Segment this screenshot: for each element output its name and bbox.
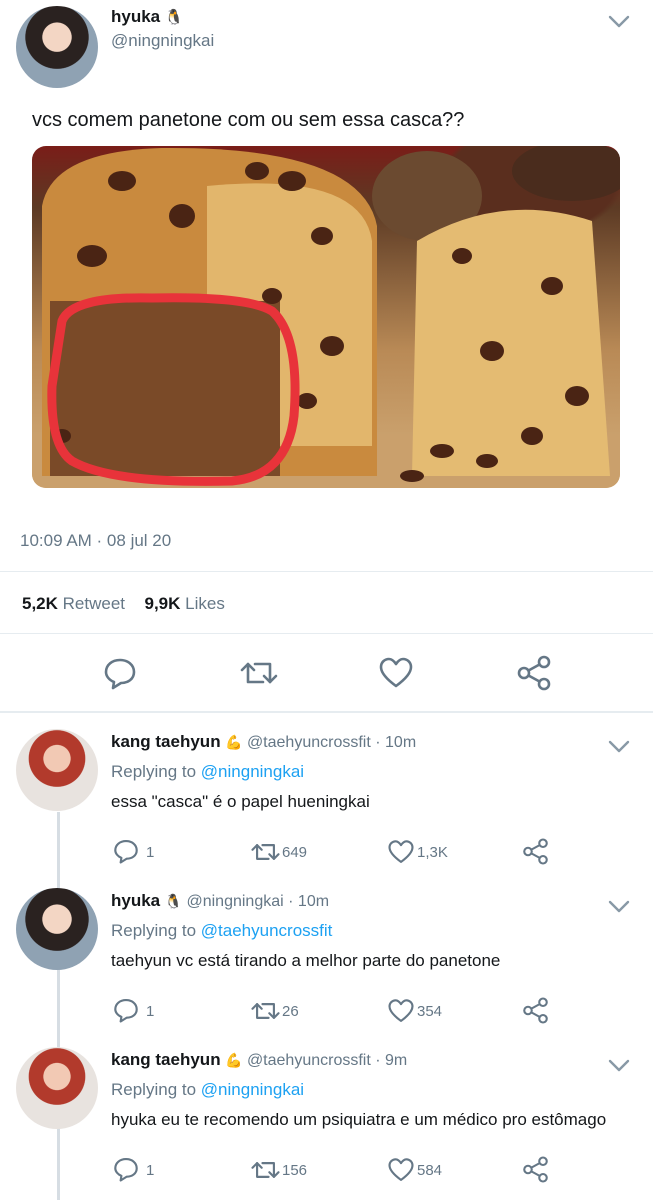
panettone-image (32, 146, 620, 488)
retweets-count: 5,2K (22, 594, 58, 613)
reply-author-handle: @taehyuncrossfit (246, 1052, 371, 1069)
retweet-icon[interactable] (250, 839, 281, 865)
penguin-emoji-icon: 🐧 (164, 9, 184, 26)
replying-to-handle-link[interactable]: @taehyuncrossfit (201, 921, 333, 940)
reply-icon[interactable] (103, 656, 137, 690)
reply-text: taehyun vc está tirando a melhor parte d… (111, 951, 501, 970)
replying-to-label: Replying to (111, 1080, 197, 1099)
likes-count: 9,9K (144, 594, 181, 613)
retweet-count: 26 (282, 1003, 299, 1020)
reply-time: · 10m (288, 893, 330, 910)
replying-to-label: Replying to (111, 762, 197, 781)
tweet-photo[interactable] (32, 146, 620, 488)
thread-line (57, 812, 60, 1200)
flexed-biceps-emoji-icon: 💪 (225, 734, 243, 750)
penguin-emoji-icon: 🐧 (164, 893, 183, 909)
reply-author-name: hyuka (111, 891, 161, 910)
likes-label: Likes (185, 594, 225, 613)
flexed-biceps-emoji-icon: 💪 (225, 1052, 243, 1068)
like-heart-icon[interactable] (387, 998, 415, 1024)
author-avatar[interactable] (16, 6, 98, 88)
share-icon[interactable] (522, 997, 549, 1024)
reply-author-handle: @ningningkai (186, 893, 284, 910)
reply-header[interactable]: kang taehyun 💪 @taehyuncrossfit · 10m (111, 732, 416, 752)
author-name-row[interactable]: hyuka 🐧 (111, 7, 183, 27)
retweet-count: 156 (282, 1162, 308, 1179)
reply-author-handle: @taehyuncrossfit (246, 734, 371, 751)
tweet-timestamp[interactable]: 10:09 AM · 08 jul 20 (20, 531, 171, 551)
share-icon[interactable] (522, 838, 549, 865)
replying-to-handle-link[interactable]: @ningningkai (201, 762, 304, 781)
reply-header[interactable]: hyuka 🐧 @ningningkai · 10m (111, 891, 329, 911)
section-divider (0, 711, 653, 713)
reply-icon[interactable] (113, 997, 139, 1023)
tweet-text: vcs comem panetone com ou sem essa casca… (32, 109, 465, 131)
chevron-down-icon[interactable] (608, 740, 630, 754)
like-heart-icon[interactable] (387, 839, 415, 865)
chevron-down-icon[interactable] (608, 1059, 630, 1073)
reply-time: · 10m (375, 734, 417, 751)
reply-header[interactable]: kang taehyun 💪 @taehyuncrossfit · 9m (111, 1050, 407, 1070)
reply-text: essa "casca" é o papel hueningkai (111, 792, 370, 811)
retweet-icon[interactable] (250, 998, 281, 1024)
chevron-down-icon[interactable] (608, 900, 630, 914)
replying-to-line: Replying to @taehyuncrossfit (111, 921, 332, 941)
replying-to-handle-link[interactable]: @ningningkai (201, 1080, 304, 1099)
reply-avatar[interactable] (16, 1047, 98, 1129)
divider (0, 571, 653, 572)
reply-count: 1 (146, 1003, 155, 1020)
reply-author-name: kang taehyun (111, 732, 221, 751)
like-count: 354 (417, 1003, 443, 1020)
reply-count: 1 (146, 1162, 155, 1179)
retweets-label: Retweet (62, 594, 126, 613)
chevron-down-icon[interactable] (608, 15, 630, 29)
share-icon[interactable] (516, 655, 552, 691)
reply-time: · 9m (375, 1052, 408, 1069)
retweet-icon[interactable] (250, 1157, 281, 1183)
like-count: 1,3K (417, 844, 448, 861)
reply-avatar[interactable] (16, 729, 98, 811)
like-heart-icon[interactable] (387, 1157, 415, 1183)
author-handle[interactable]: @ningningkai (111, 31, 214, 51)
reply-text: hyuka eu te recomendo um psiquiatra e um… (111, 1110, 607, 1129)
divider (0, 633, 653, 634)
reply-icon[interactable] (113, 838, 139, 864)
reply-author-name: kang taehyun (111, 1050, 221, 1069)
author-name: hyuka (111, 7, 161, 26)
like-count: 584 (417, 1162, 443, 1179)
reply-avatar[interactable] (16, 888, 98, 970)
retweet-count: 649 (282, 844, 308, 861)
replying-to-label: Replying to (111, 921, 197, 940)
retweet-icon[interactable] (239, 656, 279, 690)
engagement-stats[interactable]: 5,2K Retweet 9,9K Likes (22, 594, 225, 614)
reply-icon[interactable] (113, 1156, 139, 1182)
reply-count: 1 (146, 844, 155, 861)
like-heart-icon[interactable] (378, 656, 414, 690)
share-icon[interactable] (522, 1156, 549, 1183)
replying-to-line: Replying to @ningningkai (111, 762, 304, 782)
replying-to-line: Replying to @ningningkai (111, 1080, 304, 1100)
